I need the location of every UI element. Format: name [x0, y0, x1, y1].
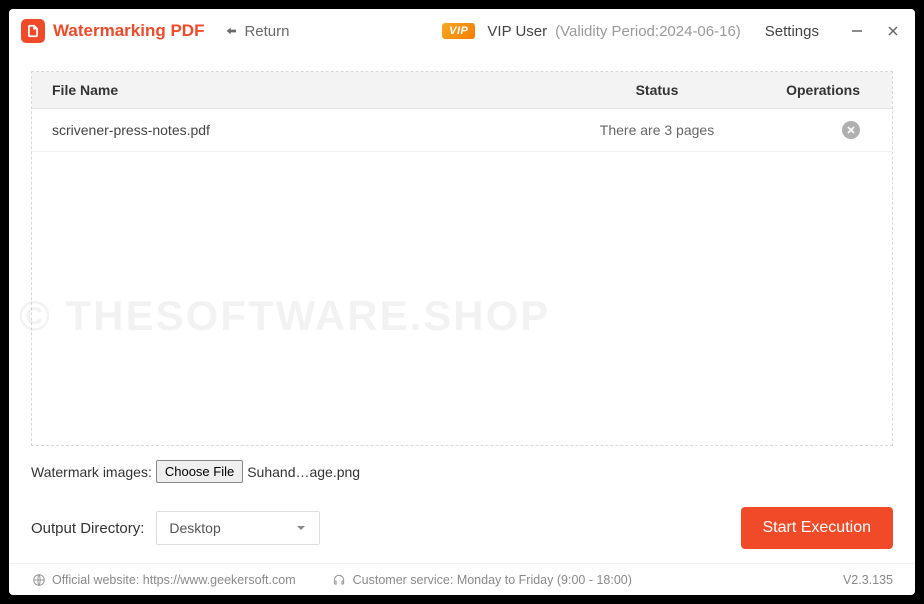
app-window: Watermarking PDF Return VIP VIP User (Va… [9, 9, 915, 595]
titlebar: Watermarking PDF Return VIP VIP User (Va… [9, 9, 915, 53]
return-arrow-icon [224, 23, 240, 39]
content-area: File Name Status Operations scrivener-pr… [9, 53, 915, 563]
header-operations: Operations [752, 82, 872, 98]
cell-filename: scrivener-press-notes.pdf [52, 122, 562, 138]
minimize-button[interactable] [849, 23, 865, 39]
validity-period: (Validity Period:2024-06-16) [555, 23, 741, 40]
header-filename: File Name [52, 82, 562, 98]
table-header: File Name Status Operations [32, 72, 892, 109]
vip-user-label: VIP User [487, 23, 547, 40]
remove-file-button[interactable] [842, 121, 860, 139]
return-label: Return [244, 23, 289, 40]
watermark-row: Watermark images: Choose File Suhand…age… [31, 446, 893, 489]
headset-icon [332, 572, 347, 587]
start-execution-button[interactable]: Start Execution [741, 507, 894, 549]
bottom-row: Output Directory: Desktop Start Executio… [31, 489, 893, 563]
window-controls [849, 23, 901, 39]
app-title: Watermarking PDF [53, 21, 204, 41]
customer-service: Customer service: Monday to Friday (9:00… [353, 573, 632, 587]
cell-status: There are 3 pages [562, 122, 752, 138]
output-label: Output Directory: [31, 520, 144, 537]
globe-icon [31, 572, 46, 587]
choose-file-button[interactable]: Choose File [156, 460, 243, 483]
table-empty-area[interactable] [32, 152, 892, 445]
app-logo-icon [21, 19, 45, 43]
header-status: Status [562, 82, 752, 98]
official-website[interactable]: Official website: https://www.geekersoft… [52, 573, 296, 587]
output-selected-value: Desktop [169, 520, 220, 536]
return-button[interactable]: Return [224, 23, 289, 40]
close-icon [886, 24, 900, 38]
minimize-icon [850, 24, 864, 38]
file-table: File Name Status Operations scrivener-pr… [31, 71, 893, 446]
cell-operations [752, 121, 872, 139]
close-button[interactable] [885, 23, 901, 39]
output-directory-select[interactable]: Desktop [156, 511, 320, 545]
remove-x-icon [847, 126, 855, 134]
settings-button[interactable]: Settings [765, 23, 819, 40]
footer: Official website: https://www.geekersoft… [9, 563, 915, 595]
watermark-label: Watermark images: [31, 464, 152, 480]
chosen-file-name: Suhand…age.png [247, 464, 360, 480]
chevron-down-icon [295, 522, 307, 534]
vip-badge: VIP [442, 23, 475, 39]
table-row: scrivener-press-notes.pdf There are 3 pa… [32, 109, 892, 152]
version-label: V2.3.135 [843, 573, 893, 587]
